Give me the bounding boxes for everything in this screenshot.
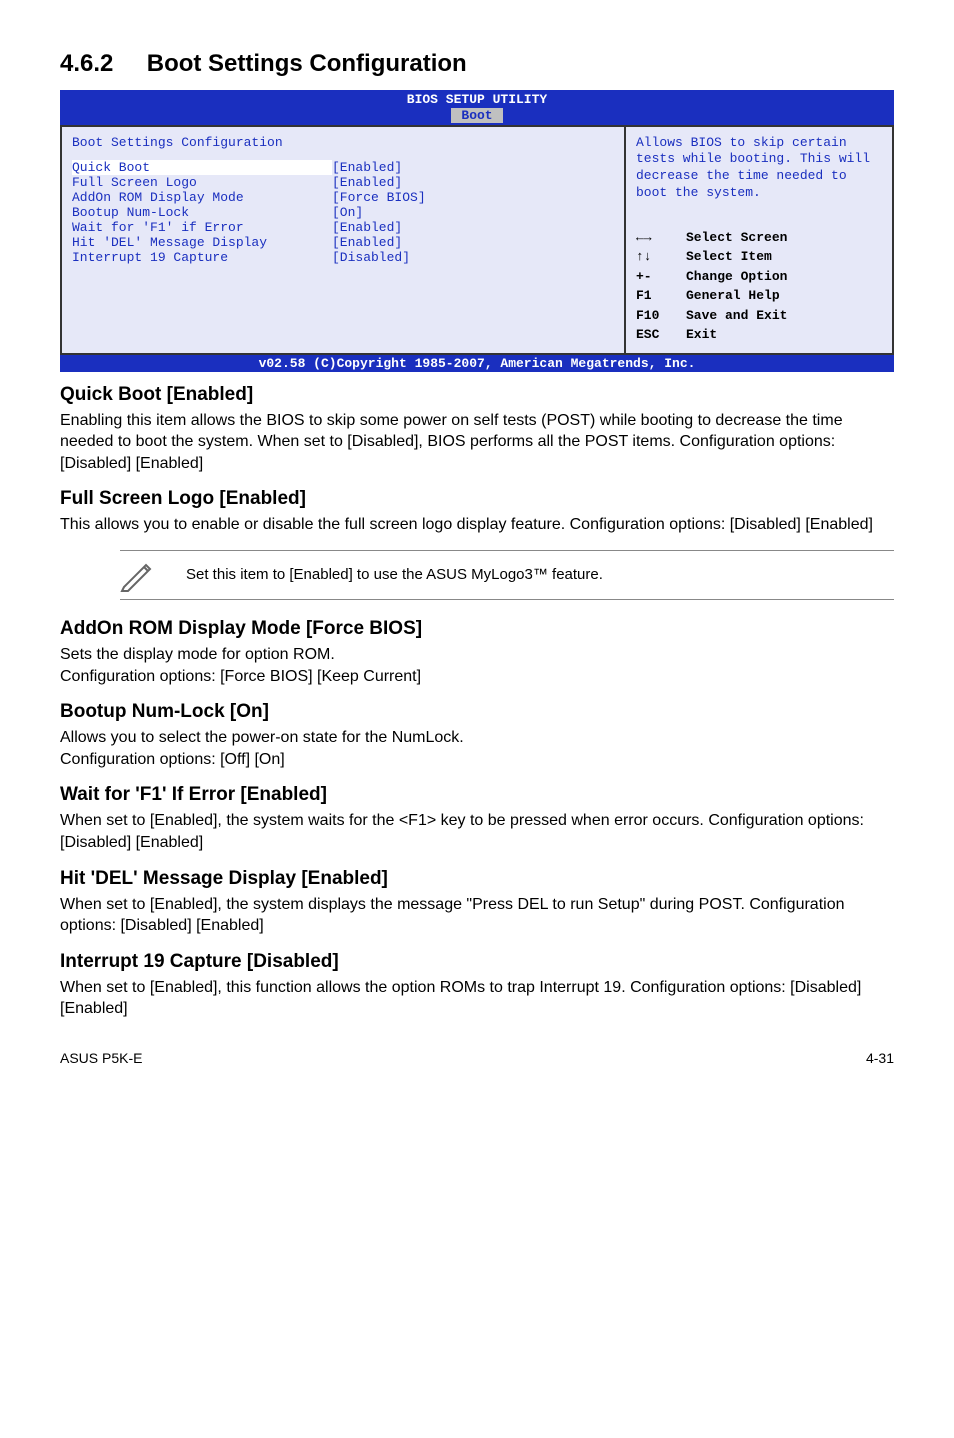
bios-key-sym: ↑↓ xyxy=(636,247,686,267)
bios-key-sym: F10 xyxy=(636,306,686,326)
bios-key-legend: ←→Select Screen ↑↓Select Item +-Change O… xyxy=(636,228,882,345)
text-wait-f1: When set to [Enabled], the system waits … xyxy=(60,810,894,853)
bios-item-value: [On] xyxy=(332,205,363,220)
section-number: 4.6.2 xyxy=(60,50,113,77)
bios-key-desc: Select Screen xyxy=(686,228,787,248)
page-footer: ASUS P5K-E 4-31 xyxy=(60,1050,894,1066)
bios-item-value: [Enabled] xyxy=(332,220,402,235)
text-int19: When set to [Enabled], this function all… xyxy=(60,977,894,1020)
footer-right: 4-31 xyxy=(866,1050,894,1066)
heading-hit-del: Hit 'DEL' Message Display [Enabled] xyxy=(60,868,894,890)
footer-left: ASUS P5K-E xyxy=(60,1050,142,1066)
bios-screenshot: BIOS SETUP UTILITY Boot Boot Settings Co… xyxy=(60,90,894,372)
heading-addon-rom: AddOn ROM Display Mode [Force BIOS] xyxy=(60,618,894,640)
bios-item: Full Screen Logo [Enabled] xyxy=(72,175,614,190)
bios-item-value: [Enabled] xyxy=(332,160,402,175)
bios-item: Interrupt 19 Capture [Disabled] xyxy=(72,250,614,265)
bios-item-label: Quick Boot xyxy=(72,160,332,175)
bios-item-label: Wait for 'F1' if Error xyxy=(72,220,332,235)
text-numlock: Allows you to select the power-on state … xyxy=(60,727,894,770)
bios-item: Wait for 'F1' if Error [Enabled] xyxy=(72,220,614,235)
bios-left-panel: Boot Settings Configuration Quick Boot [… xyxy=(60,125,624,355)
bios-item: AddOn ROM Display Mode [Force BIOS] xyxy=(72,190,614,205)
bios-footer: v02.58 (C)Copyright 1985-2007, American … xyxy=(60,355,894,372)
text-full-screen-logo: This allows you to enable or disable the… xyxy=(60,514,894,536)
bios-item-label: Hit 'DEL' Message Display xyxy=(72,235,332,250)
bios-key-desc: Select Item xyxy=(686,247,772,267)
bios-item-value: [Enabled] xyxy=(332,235,402,250)
bios-item-label: Full Screen Logo xyxy=(72,175,332,190)
bios-item-label: Bootup Num-Lock xyxy=(72,205,332,220)
heading-wait-f1: Wait for 'F1' If Error [Enabled] xyxy=(60,784,894,806)
bios-header: BIOS SETUP UTILITY xyxy=(60,90,894,108)
note-row: Set this item to [Enabled] to use the AS… xyxy=(120,550,894,600)
section-title: Boot Settings Configuration xyxy=(147,50,467,77)
bios-item-label: AddOn ROM Display Mode xyxy=(72,190,332,205)
bios-item-value: [Disabled] xyxy=(332,250,410,265)
bios-right-panel: Allows BIOS to skip certain tests while … xyxy=(624,125,894,355)
bios-key-sym: F1 xyxy=(636,286,686,306)
bios-item: Bootup Num-Lock [On] xyxy=(72,205,614,220)
bios-tab-row: Boot xyxy=(60,108,894,125)
note-pencil-icon xyxy=(120,557,156,593)
bios-tab-boot: Boot xyxy=(451,108,502,123)
bios-item-label: Interrupt 19 Capture xyxy=(72,250,332,265)
bios-key-desc: Exit xyxy=(686,325,717,345)
bios-panel-title: Boot Settings Configuration xyxy=(72,135,614,150)
bios-item-value: [Enabled] xyxy=(332,175,402,190)
text-quick-boot: Enabling this item allows the BIOS to sk… xyxy=(60,410,894,475)
bios-key-sym: ←→ xyxy=(636,228,686,248)
note-text: Set this item to [Enabled] to use the AS… xyxy=(186,566,603,583)
heading-full-screen-logo: Full Screen Logo [Enabled] xyxy=(60,488,894,510)
heading-int19: Interrupt 19 Capture [Disabled] xyxy=(60,951,894,973)
bios-key-desc: Save and Exit xyxy=(686,306,787,326)
bios-item: Hit 'DEL' Message Display [Enabled] xyxy=(72,235,614,250)
bios-key-sym: +- xyxy=(636,267,686,287)
heading-numlock: Bootup Num-Lock [On] xyxy=(60,701,894,723)
bios-item: Quick Boot [Enabled] xyxy=(72,160,614,175)
bios-item-value: [Force BIOS] xyxy=(332,190,426,205)
bios-key-desc: General Help xyxy=(686,286,780,306)
bios-help-text: Allows BIOS to skip certain tests while … xyxy=(636,135,882,203)
bios-key-sym: ESC xyxy=(636,325,686,345)
section-heading: 4.6.2 Boot Settings Configuration xyxy=(60,50,894,78)
heading-quick-boot: Quick Boot [Enabled] xyxy=(60,384,894,406)
text-addon-rom: Sets the display mode for option ROM. Co… xyxy=(60,644,894,687)
text-hit-del: When set to [Enabled], the system displa… xyxy=(60,894,894,937)
bios-key-desc: Change Option xyxy=(686,267,787,287)
